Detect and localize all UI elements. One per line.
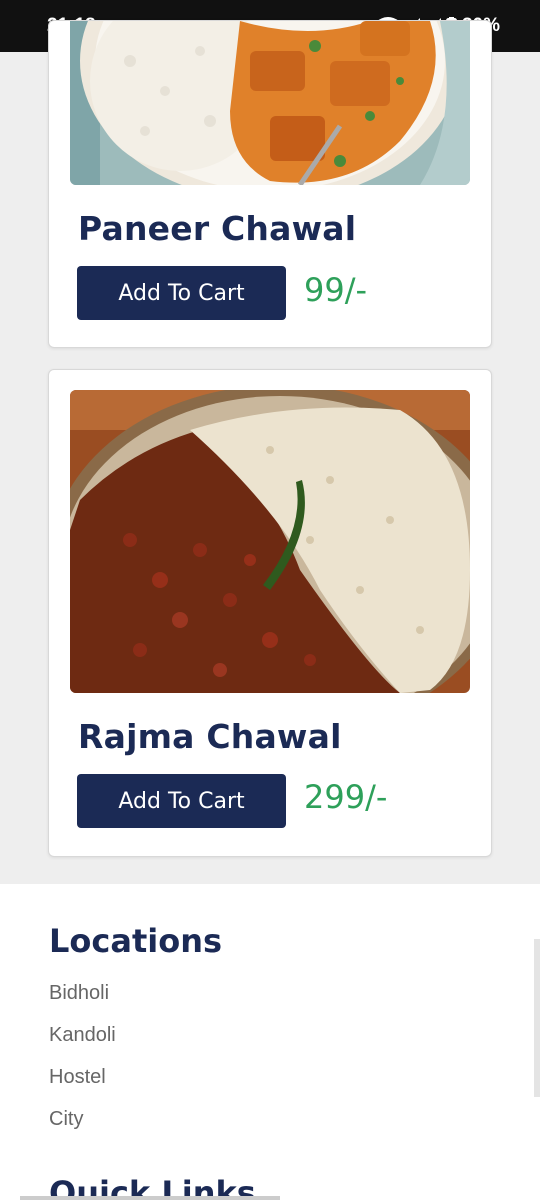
- locations-heading: Locations: [49, 922, 223, 960]
- add-to-cart-button[interactable]: Add To Cart: [77, 266, 286, 320]
- menu-card: Rajma Chawal Add To Cart 299/-: [48, 369, 492, 857]
- food-image: [70, 390, 470, 693]
- add-to-cart-button[interactable]: Add To Cart: [77, 774, 286, 828]
- menu-card: Paneer Chawal Add To Cart 99/-: [48, 20, 492, 348]
- location-link[interactable]: City: [49, 1108, 83, 1131]
- item-title: Paneer Chawal: [78, 209, 357, 248]
- item-title: Rajma Chawal: [78, 717, 342, 756]
- location-link[interactable]: Hostel: [49, 1066, 106, 1089]
- footer: Locations Bidholi Kandoli Hostel City Qu…: [0, 884, 540, 1200]
- food-image: [70, 21, 470, 185]
- item-price: 99/-: [304, 271, 368, 309]
- gesture-bar: [20, 1196, 280, 1200]
- location-link[interactable]: Kandoli: [49, 1024, 116, 1047]
- location-link[interactable]: Bidholi: [49, 982, 109, 1005]
- item-price: 299/-: [304, 778, 388, 816]
- scrollbar[interactable]: [534, 939, 540, 1097]
